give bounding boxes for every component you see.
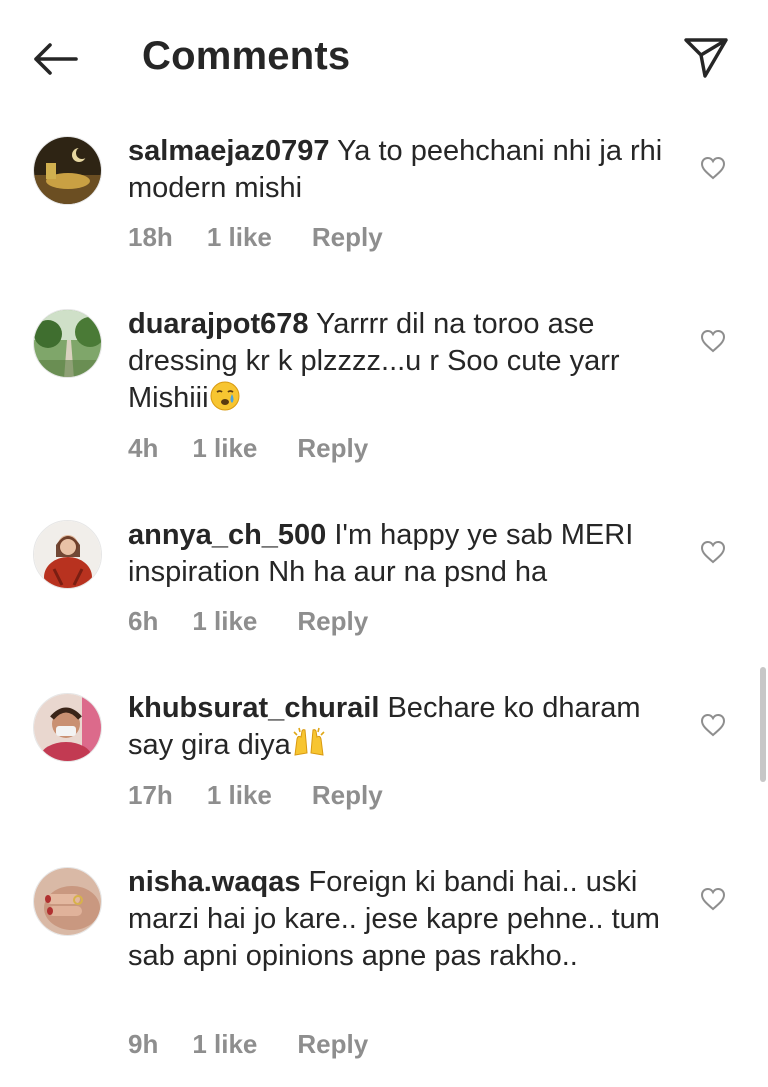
crying-face-emoji xyxy=(209,380,241,412)
like-button[interactable] xyxy=(698,537,728,567)
comment-text: nisha.waqas Foreign ki bandi hai.. uski … xyxy=(128,864,676,975)
heart-icon xyxy=(700,887,726,911)
avatar[interactable] xyxy=(33,693,102,762)
avatar[interactable] xyxy=(33,309,102,378)
like-button[interactable] xyxy=(698,884,728,914)
comment-time: 6h xyxy=(128,606,159,636)
paper-plane-icon xyxy=(684,38,728,78)
avatar[interactable] xyxy=(33,136,102,205)
comment-time: 17h xyxy=(128,780,173,810)
comment-meta: 18h 1 like Reply xyxy=(128,222,383,253)
comment-meta: 4h 1 like Reply xyxy=(128,433,368,464)
heart-icon xyxy=(700,156,726,180)
like-button[interactable] xyxy=(698,153,728,183)
comment-username[interactable]: duarajpot678 xyxy=(128,308,309,340)
back-button[interactable] xyxy=(28,36,82,82)
like-button[interactable] xyxy=(698,326,728,356)
comment-likes[interactable]: 1 like xyxy=(192,606,257,637)
avatar[interactable] xyxy=(33,520,102,589)
heart-icon xyxy=(700,329,726,353)
scrollbar[interactable] xyxy=(760,667,766,782)
comment-likes[interactable]: 1 like xyxy=(207,780,272,811)
comment-username[interactable]: khubsurat_churail xyxy=(128,692,379,724)
comment-time: 18h xyxy=(128,222,173,252)
comment-username[interactable]: nisha.waqas xyxy=(128,866,300,898)
header-bar: Comments xyxy=(0,0,768,118)
avatar[interactable] xyxy=(33,867,102,936)
share-button[interactable] xyxy=(680,32,732,84)
heart-icon xyxy=(700,540,726,564)
heart-icon xyxy=(700,713,726,737)
comment-likes[interactable]: 1 like xyxy=(192,433,257,464)
comment-username[interactable]: annya_ch_500 xyxy=(128,519,326,551)
comment-likes[interactable]: 1 like xyxy=(192,1029,257,1060)
comment-time: 9h xyxy=(128,1029,159,1059)
comment-username[interactable]: salmaejaz0797 xyxy=(128,135,330,167)
reply-button[interactable]: Reply xyxy=(297,1029,368,1060)
reply-button[interactable]: Reply xyxy=(312,222,383,253)
arrow-left-icon xyxy=(34,43,78,75)
comment-meta: 6h 1 like Reply xyxy=(128,606,368,637)
raising-hands-emoji xyxy=(291,727,325,759)
comment-text: duarajpot678 Yarrrr dil na toroo ase dre… xyxy=(128,306,676,417)
comment-text: khubsurat_churail Bechare ko dharam say … xyxy=(128,690,676,764)
reply-button[interactable]: Reply xyxy=(312,780,383,811)
like-button[interactable] xyxy=(698,710,728,740)
reply-button[interactable]: Reply xyxy=(297,606,368,637)
comment-text: annya_ch_500 I'm happy ye sab MERI inspi… xyxy=(128,517,676,591)
comment-likes[interactable]: 1 like xyxy=(207,222,272,253)
reply-button[interactable]: Reply xyxy=(297,433,368,464)
comment-time: 4h xyxy=(128,433,159,463)
comment-meta: 17h 1 like Reply xyxy=(128,780,383,811)
page-title: Comments xyxy=(142,34,351,78)
comment-meta: 9h 1 like Reply xyxy=(128,1029,368,1060)
comment-text: salmaejaz0797 Ya to peehchani nhi ja rhi… xyxy=(128,133,676,207)
